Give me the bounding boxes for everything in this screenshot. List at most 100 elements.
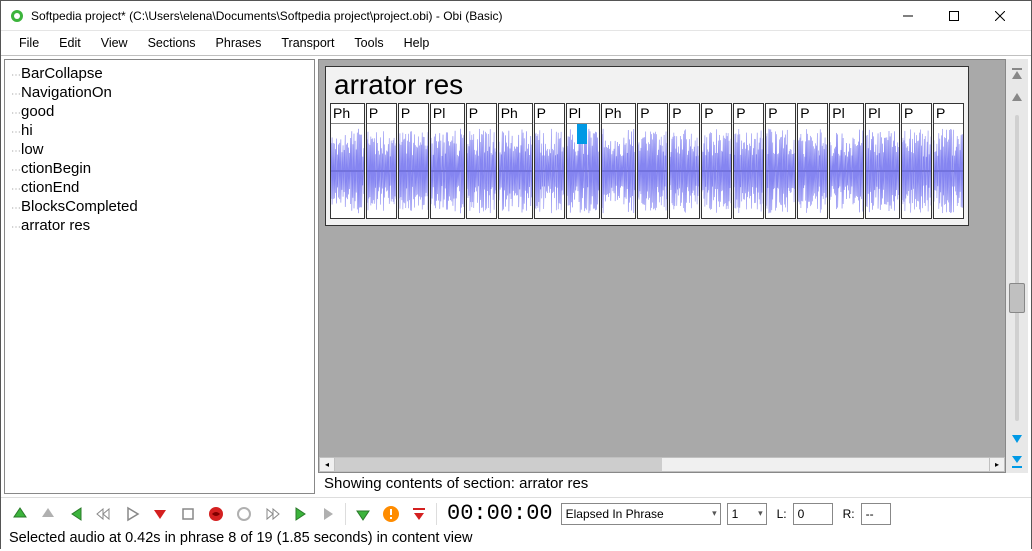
phrase-block[interactable]: P <box>733 103 764 219</box>
waveform[interactable] <box>798 124 827 218</box>
minimize-button[interactable] <box>885 2 931 30</box>
section-card[interactable]: arrator res PhPPPlPPhPPlPhPPPPPPPlPlPP <box>325 66 969 226</box>
phrase-label: P <box>934 104 963 124</box>
left-meter-input[interactable] <box>793 503 833 525</box>
nav-item[interactable]: NavigationOn <box>11 83 308 102</box>
nav-down-icon[interactable] <box>1008 427 1026 449</box>
waveform[interactable] <box>399 124 428 218</box>
phrase-label: P <box>798 104 827 124</box>
maximize-button[interactable] <box>931 2 977 30</box>
waveform[interactable] <box>670 124 699 218</box>
horizontal-scrollbar[interactable] <box>335 457 989 472</box>
phrase-block[interactable]: P <box>765 103 796 219</box>
waveform[interactable] <box>567 124 600 218</box>
phrase-block[interactable]: P <box>466 103 497 219</box>
waveform[interactable] <box>535 124 564 218</box>
phrase-block[interactable]: P <box>669 103 700 219</box>
waveform[interactable] <box>734 124 763 218</box>
menu-phrases[interactable]: Phrases <box>206 34 272 52</box>
phrase-block[interactable]: Pl <box>865 103 900 219</box>
phrase-block[interactable]: Pl <box>829 103 864 219</box>
record-button[interactable] <box>203 501 229 527</box>
nav-item[interactable]: ctionBegin <box>11 159 308 178</box>
menu-edit[interactable]: Edit <box>49 34 91 52</box>
phrase-block[interactable]: Pl <box>430 103 465 219</box>
waveform[interactable] <box>902 124 931 218</box>
phrase-block[interactable]: P <box>901 103 932 219</box>
waveform[interactable] <box>602 124 635 218</box>
waveform[interactable] <box>467 124 496 218</box>
phrase-label: Ph <box>331 104 364 124</box>
phrase-label: P <box>702 104 731 124</box>
time-mode-combo[interactable]: Elapsed In Phrase <box>561 503 721 525</box>
phrase-block[interactable]: P <box>797 103 828 219</box>
waveform[interactable] <box>431 124 464 218</box>
phrase-block[interactable]: P <box>637 103 668 219</box>
phrase-block[interactable]: Ph <box>330 103 365 219</box>
phrase-block[interactable]: Pl <box>566 103 601 219</box>
time-display: 00:00:00 <box>447 501 553 526</box>
stop-button[interactable] <box>175 501 201 527</box>
nav-item[interactable]: BlocksCompleted <box>11 197 308 216</box>
move-up-button[interactable] <box>7 501 33 527</box>
transport-bar: 00:00:00 Elapsed In Phrase 1 L: R: <box>1 497 1031 529</box>
playhead-cursor[interactable] <box>577 124 587 144</box>
right-meter-input[interactable] <box>861 503 891 525</box>
phrase-label: P <box>367 104 396 124</box>
download-button[interactable] <box>406 501 432 527</box>
waveform[interactable] <box>830 124 863 218</box>
play-button[interactable] <box>119 501 145 527</box>
phrase-block[interactable]: P <box>534 103 565 219</box>
monitor-button[interactable] <box>231 501 257 527</box>
waveform[interactable] <box>866 124 899 218</box>
phrase-block[interactable]: Ph <box>498 103 533 219</box>
waveform[interactable] <box>638 124 667 218</box>
phrase-block[interactable]: P <box>933 103 964 219</box>
play-mark-button[interactable] <box>147 501 173 527</box>
phrase-block[interactable]: P <box>398 103 429 219</box>
forward-button[interactable] <box>259 501 285 527</box>
alert-button[interactable] <box>378 501 404 527</box>
menu-view[interactable]: View <box>91 34 138 52</box>
nav-item[interactable]: arrator res <box>11 216 308 235</box>
next-section-button[interactable] <box>287 501 313 527</box>
nav-top-icon[interactable] <box>1008 63 1026 85</box>
move-down-button[interactable] <box>350 501 376 527</box>
waveform[interactable] <box>934 124 963 218</box>
nav-bottom-icon[interactable] <box>1008 451 1026 473</box>
menu-transport[interactable]: Transport <box>271 34 344 52</box>
rewind-button[interactable] <box>91 501 117 527</box>
nav-item[interactable]: BarCollapse <box>11 64 308 83</box>
zoom-slider[interactable] <box>1009 115 1025 421</box>
speed-combo[interactable]: 1 <box>727 503 767 525</box>
nav-item[interactable]: good <box>11 102 308 121</box>
waveform[interactable] <box>766 124 795 218</box>
navigation-panel: BarCollapse NavigationOn good hi low cti… <box>4 59 315 494</box>
phrase-block[interactable]: Ph <box>601 103 636 219</box>
phrase-label: P <box>399 104 428 124</box>
status-bar: Selected audio at 0.42s in phrase 8 of 1… <box>1 529 1031 551</box>
nav-up-icon[interactable] <box>1008 87 1026 109</box>
menu-tools[interactable]: Tools <box>344 34 393 52</box>
menu-file[interactable]: File <box>9 34 49 52</box>
nav-item[interactable]: low <box>11 140 308 159</box>
phrase-block[interactable]: P <box>701 103 732 219</box>
next-disabled-button[interactable] <box>315 501 341 527</box>
menu-help[interactable]: Help <box>394 34 440 52</box>
nav-item[interactable]: ctionEnd <box>11 178 308 197</box>
phrase-block[interactable]: P <box>366 103 397 219</box>
close-button[interactable] <box>977 2 1023 30</box>
waveform[interactable] <box>367 124 396 218</box>
scroll-left-button[interactable]: ◂ <box>319 457 335 472</box>
prev-section-button[interactable] <box>63 501 89 527</box>
app-icon <box>9 8 25 24</box>
phrase-label: P <box>535 104 564 124</box>
waveform[interactable] <box>331 124 364 218</box>
move-up-disabled-button[interactable] <box>35 501 61 527</box>
scroll-right-button[interactable]: ▸ <box>989 457 1005 472</box>
phrase-label: P <box>902 104 931 124</box>
waveform[interactable] <box>702 124 731 218</box>
waveform[interactable] <box>499 124 532 218</box>
menu-sections[interactable]: Sections <box>138 34 206 52</box>
nav-item[interactable]: hi <box>11 121 308 140</box>
